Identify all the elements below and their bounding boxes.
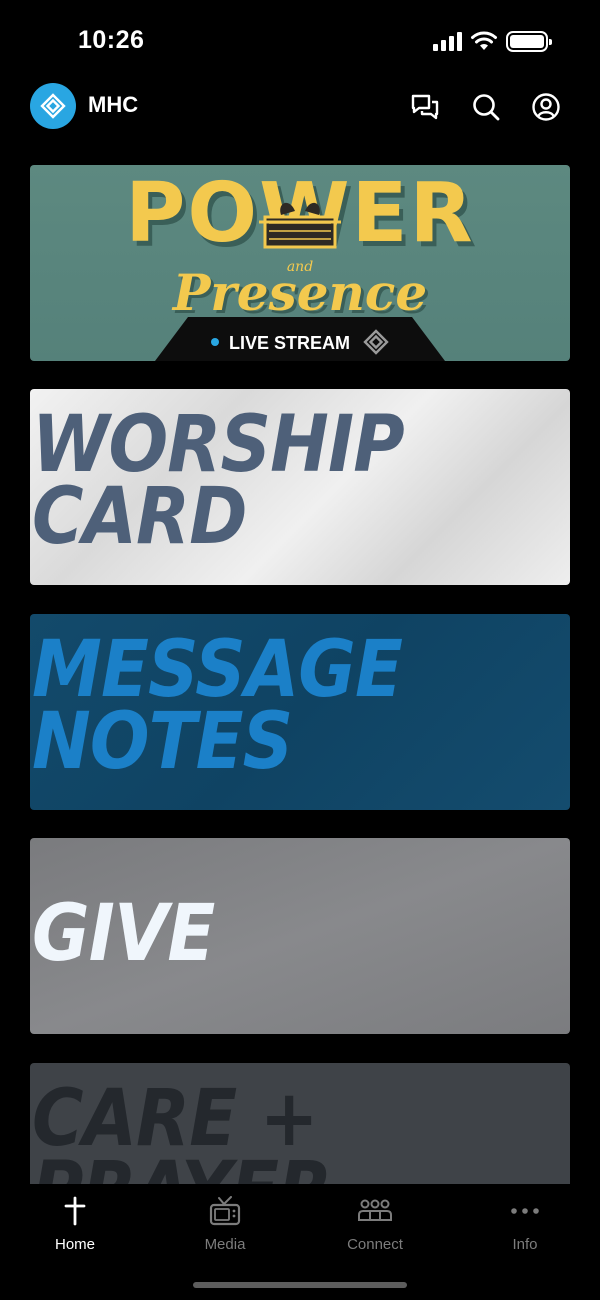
- status-bar: 10:26: [0, 0, 600, 80]
- home-indicator[interactable]: [193, 1282, 407, 1288]
- cellular-signal-icon: [433, 31, 462, 51]
- power-subtitle: Presence: [172, 263, 428, 322]
- more-dots-icon: [465, 1196, 585, 1226]
- battery-icon: [506, 30, 552, 52]
- cross-icon: [15, 1196, 135, 1226]
- chat-bubbles-icon[interactable]: [408, 90, 442, 124]
- ark-icon: [259, 202, 341, 249]
- tab-media-label: Media: [204, 1236, 246, 1253]
- worship-line2: CARD: [32, 472, 247, 562]
- message-notes-title: MESSAGE NOTES: [32, 625, 403, 787]
- care-line1: CARE +: [32, 1074, 319, 1164]
- give-title: GIVE: [32, 889, 215, 979]
- app-title: MHC: [88, 92, 139, 117]
- live-stream-label: LIVE STREAM: [30, 329, 570, 357]
- status-icons: [433, 30, 552, 52]
- live-dot-icon: [210, 338, 219, 346]
- message-notes-tile[interactable]: MESSAGE NOTES: [30, 614, 570, 810]
- give-tile[interactable]: GIVE: [30, 838, 570, 1034]
- profile-icon[interactable]: [529, 90, 563, 124]
- app-header: MHC: [0, 80, 600, 132]
- worship-card-tile[interactable]: WORSHIP CARD: [30, 389, 570, 585]
- diamond-logo-icon: [363, 329, 389, 355]
- worship-card-title: WORSHIP CARD: [32, 400, 405, 562]
- diamond-logo-icon: [40, 93, 66, 119]
- wifi-icon: [471, 31, 497, 50]
- tab-connect[interactable]: Connect: [315, 1196, 435, 1253]
- search-icon[interactable]: [469, 90, 503, 124]
- worship-line1: WORSHIP: [32, 400, 405, 490]
- tv-icon: [165, 1196, 285, 1226]
- message-line1: MESSAGE: [32, 625, 403, 715]
- tab-info-label: Info: [512, 1236, 538, 1253]
- tab-info[interactable]: Info: [465, 1196, 585, 1253]
- tab-connect-label: Connect: [347, 1236, 403, 1253]
- tab-home[interactable]: Home: [15, 1196, 135, 1253]
- live-stream-text: LIVE STREAM: [228, 332, 350, 353]
- tab-media[interactable]: Media: [165, 1196, 285, 1253]
- tab-home-label: Home: [54, 1236, 95, 1253]
- status-time: 10:26: [78, 26, 145, 54]
- message-line2: NOTES: [32, 697, 293, 787]
- power-presence-live-card[interactable]: POWER and Presence LIVE STREAM: [30, 165, 570, 361]
- group-icon: [315, 1196, 435, 1226]
- church-logo[interactable]: [30, 83, 76, 129]
